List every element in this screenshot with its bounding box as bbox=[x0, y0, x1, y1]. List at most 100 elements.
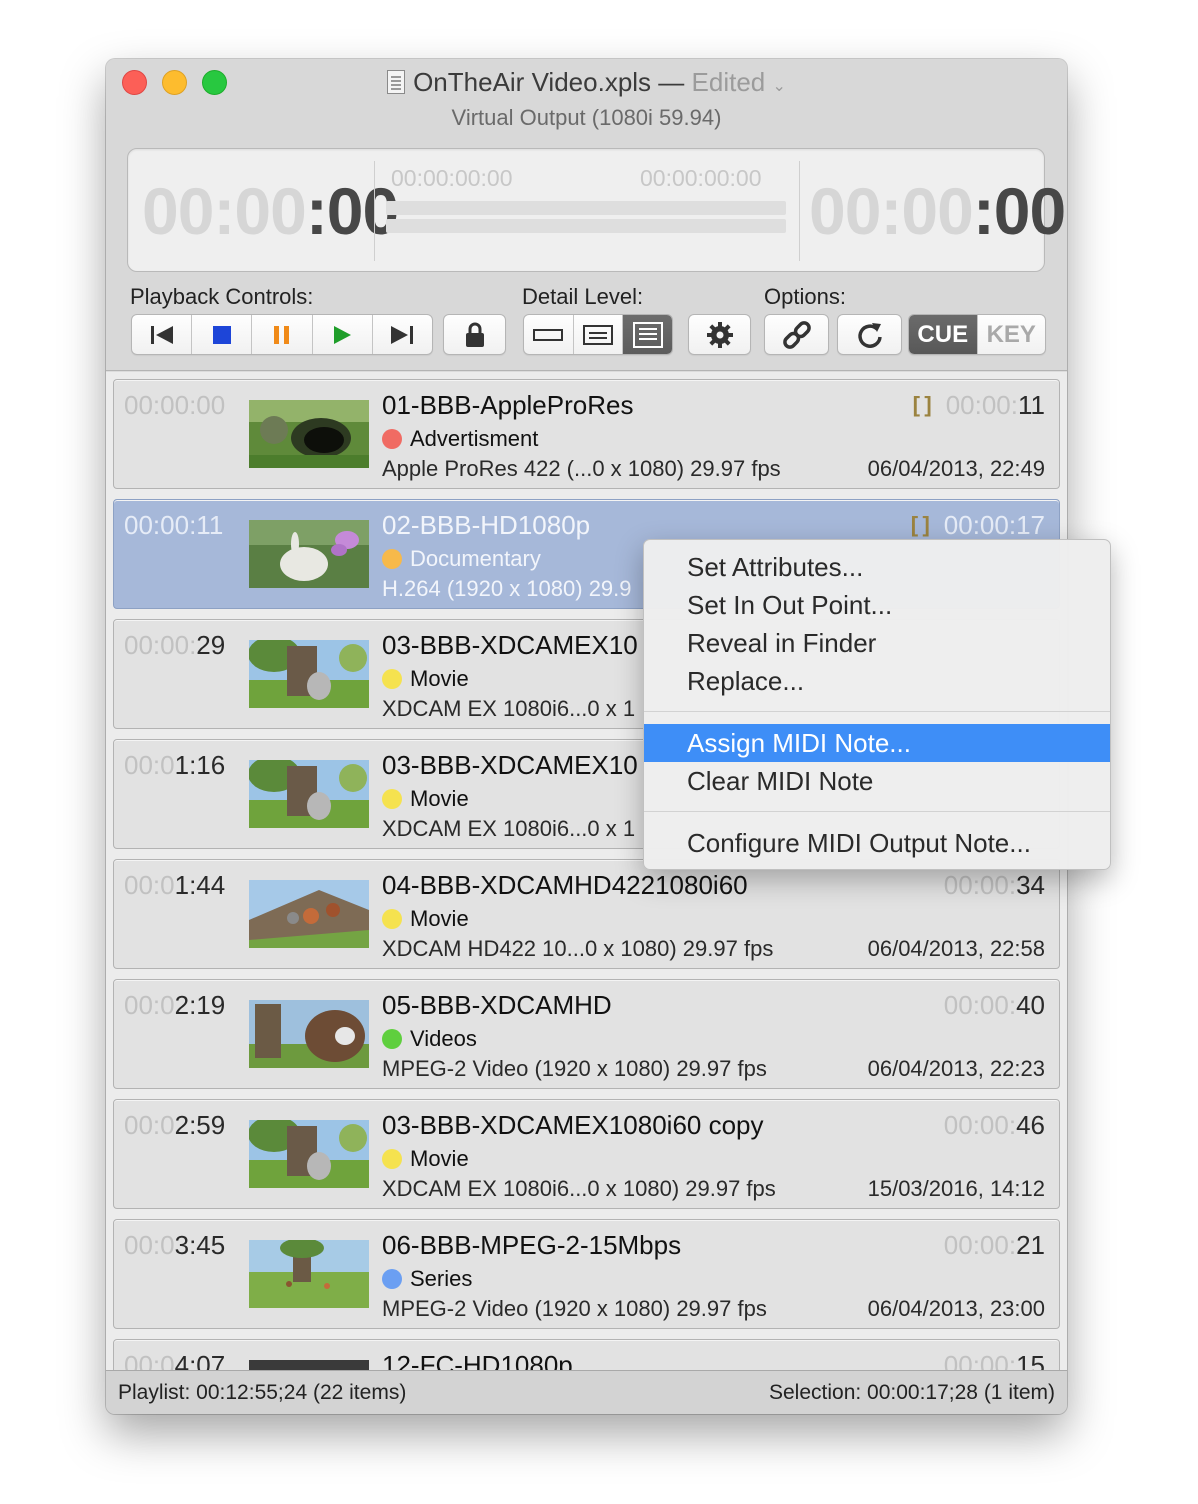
link-button[interactable] bbox=[764, 314, 829, 355]
item-category: Movie bbox=[382, 906, 469, 932]
item-category-label: Advertisment bbox=[410, 426, 539, 451]
playlist-item[interactable]: 00:02:19 05-BBB-XDCAMHD Videos MPEG-2 Video… bbox=[113, 979, 1060, 1089]
context-menu-item[interactable]: Reveal in Finder bbox=[644, 624, 1110, 662]
item-duration: 00:00:21 bbox=[944, 1230, 1045, 1261]
item-duration-strong: 46 bbox=[1016, 1110, 1045, 1140]
detail-level-medium[interactable] bbox=[574, 315, 624, 354]
item-date: 15/03/2016, 14:12 bbox=[867, 1176, 1045, 1201]
item-duration: [ ] 00:00:11 bbox=[913, 390, 1045, 421]
item-category-label: Documentary bbox=[410, 546, 541, 571]
item-thumbnail bbox=[249, 1360, 369, 1370]
key-button[interactable]: KEY bbox=[978, 315, 1046, 354]
context-menu-item[interactable]: Configure MIDI Output Note... bbox=[644, 824, 1110, 862]
item-start-time-strong: 3:45 bbox=[174, 1230, 226, 1260]
pause-icon bbox=[274, 325, 289, 344]
detail-level-small[interactable] bbox=[524, 315, 574, 354]
category-color-dot bbox=[382, 429, 402, 449]
lock-button[interactable] bbox=[443, 314, 506, 355]
item-category: Movie bbox=[382, 666, 469, 692]
detail-level-large[interactable] bbox=[623, 315, 672, 354]
item-start-time-strong: 4:07 bbox=[174, 1350, 226, 1370]
context-menu-item[interactable]: Set In Out Point... bbox=[644, 586, 1110, 624]
item-thumbnail bbox=[249, 1120, 369, 1188]
item-category: Movie bbox=[382, 786, 469, 812]
item-duration-dim: 00:00: bbox=[943, 990, 1017, 1020]
remaining-timecode-dim: 00:00 bbox=[809, 174, 974, 248]
item-category-label: Movie bbox=[410, 1146, 469, 1171]
item-start-time-dim: 00:0 bbox=[124, 750, 175, 780]
item-format: H.264 (1920 x 1080) 29.9 bbox=[382, 576, 632, 601]
context-menu-item[interactable]: Set Attributes... bbox=[644, 548, 1110, 586]
item-duration-dim: 00:00: bbox=[943, 870, 1017, 900]
detail-medium-icon bbox=[583, 324, 613, 345]
item-start-time: 00:04:07 bbox=[124, 1350, 225, 1370]
item-name: 06-BBB-MPEG-2-15Mbps bbox=[382, 1230, 682, 1260]
in-out-point-icon: [ ] bbox=[910, 512, 930, 537]
loop-icon-wrap bbox=[838, 315, 901, 354]
item-format: XDCAM EX 1080i6...0 x 1 bbox=[382, 816, 636, 841]
item-duration: 00:00:34 bbox=[944, 870, 1045, 901]
title-dash: — bbox=[658, 67, 685, 97]
playlist-item[interactable]: 00:02:59 03-BBB-XDCAMEX1080i60 copy Movie X… bbox=[113, 1099, 1060, 1209]
item-thumbnail bbox=[249, 640, 369, 708]
item-name: 12-FC-HD1080p bbox=[382, 1350, 573, 1370]
item-start-time-strong: 11 bbox=[196, 510, 224, 540]
window-title[interactable]: OnTheAir Video.xpls — Edited ⌄ bbox=[106, 67, 1067, 98]
skip-back-button[interactable] bbox=[132, 315, 193, 354]
context-menu-item[interactable]: Clear MIDI Note bbox=[644, 762, 1110, 800]
skip-forward-button[interactable] bbox=[373, 315, 432, 354]
playlist-item[interactable]: 00:04:07 12-FC-HD1080p 00:00:15 bbox=[113, 1339, 1060, 1370]
item-name: 03-BBB-XDCAMEX1080i60 copy bbox=[382, 1110, 764, 1140]
status-bar: Playlist: 00:12:55;24 (22 items) Selecti… bbox=[106, 1370, 1067, 1414]
item-category-label: Movie bbox=[410, 906, 469, 931]
context-menu-item[interactable]: Replace... bbox=[644, 662, 1110, 700]
link-icon-wrap bbox=[765, 315, 828, 354]
category-color-dot bbox=[382, 1029, 402, 1049]
playlist-item[interactable]: 00:01:44 04-BBB-XDCAMHD4221080i60 Movie XDC… bbox=[113, 859, 1060, 969]
settings-button[interactable] bbox=[688, 314, 751, 355]
item-start-time-dim: 00:00: bbox=[124, 630, 197, 660]
item-name: 01-BBB-AppleProRes bbox=[382, 390, 634, 420]
pause-button[interactable] bbox=[252, 315, 313, 354]
window-title-text: OnTheAir Video.xpls bbox=[413, 67, 652, 97]
cue-button[interactable]: CUE bbox=[909, 315, 978, 354]
timecode-divider bbox=[374, 161, 375, 261]
item-start-time-strong: 29 bbox=[196, 630, 226, 660]
item-start-time-strong: 1:44 bbox=[174, 870, 226, 900]
item-thumbnail bbox=[249, 1240, 369, 1308]
item-start-time-strong: 2:59 bbox=[174, 1110, 226, 1140]
progress-bar-bottom bbox=[386, 219, 786, 233]
loop-button[interactable] bbox=[837, 314, 902, 355]
item-name: 04-BBB-XDCAMHD4221080i60 bbox=[382, 870, 748, 900]
item-date: 06/04/2013, 23:00 bbox=[867, 1296, 1045, 1321]
playlist-item[interactable]: 00:00:00 01-BBB-AppleProRes Advertisment Ap… bbox=[113, 379, 1060, 489]
stop-button[interactable] bbox=[192, 315, 253, 354]
item-duration: [ ] 00:00:17 bbox=[911, 510, 1045, 541]
item-category-label: Movie bbox=[410, 786, 469, 811]
playlist[interactable]: 00:00:00 01-BBB-AppleProRes Advertisment Ap… bbox=[106, 372, 1067, 1370]
item-start-time: 00:02:59 bbox=[124, 1110, 225, 1141]
playlist-item[interactable]: 00:03:45 06-BBB-MPEG-2-15Mbps Series MPEG-2… bbox=[113, 1219, 1060, 1329]
item-start-time-strong: 2:19 bbox=[174, 990, 226, 1020]
item-start-time-dim: 00:0 bbox=[124, 870, 175, 900]
menu-separator bbox=[644, 711, 1110, 712]
item-name: 03-BBB-XDCAMEX10 bbox=[382, 630, 638, 660]
item-duration-dim: 00:00: bbox=[943, 510, 1017, 540]
chevron-down-icon[interactable]: ⌄ bbox=[773, 78, 786, 95]
item-name: 02-BBB-HD1080p bbox=[382, 510, 591, 540]
window-subtitle: Virtual Output (1080i 59.94) bbox=[451, 105, 722, 130]
elapsed-timecode-dim: 00:00 bbox=[142, 174, 307, 248]
item-category: Movie bbox=[382, 1146, 469, 1172]
play-button[interactable] bbox=[313, 315, 373, 354]
item-duration-dim: 00:00: bbox=[943, 1350, 1017, 1370]
item-date: 06/04/2013, 22:58 bbox=[867, 936, 1045, 961]
category-color-dot bbox=[382, 1149, 402, 1169]
lock-icon bbox=[465, 322, 484, 347]
item-start-time-dim: 00:0 bbox=[124, 1350, 175, 1370]
item-start-time-dim: 00:0 bbox=[124, 1110, 175, 1140]
item-duration-strong: 11 bbox=[1018, 390, 1045, 420]
context-menu-item[interactable]: Assign MIDI Note... bbox=[644, 724, 1110, 762]
selection-summary: Selection: 00:00:17;28 (1 item) bbox=[768, 1381, 1055, 1404]
item-category: Advertisment bbox=[382, 426, 538, 452]
item-duration-dim: 00:00: bbox=[945, 390, 1018, 420]
